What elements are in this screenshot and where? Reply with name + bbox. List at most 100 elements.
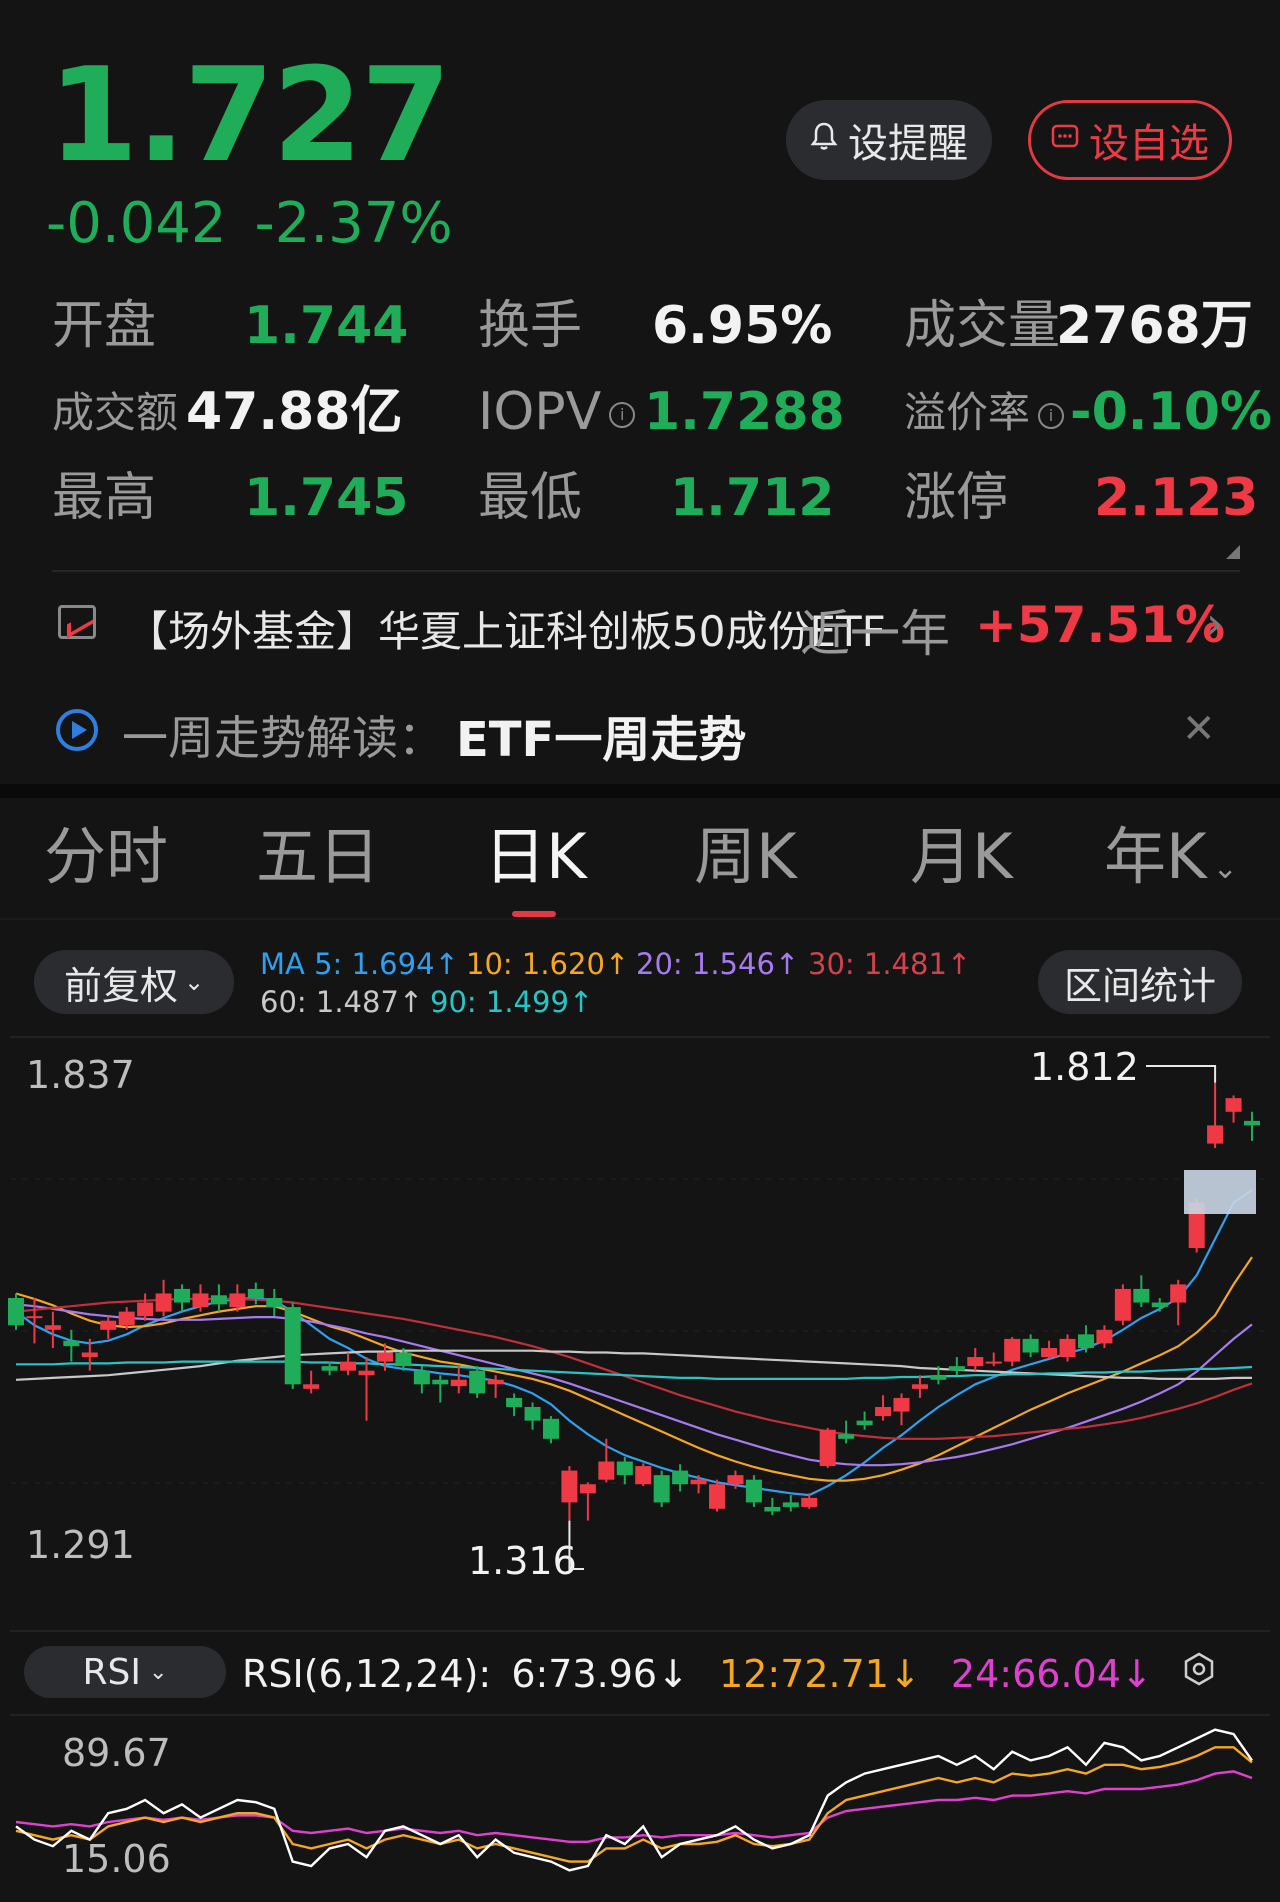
y-axis-top-label: 1.837 [26,1053,135,1097]
limit-up-value: 2.123 [1094,468,1259,528]
candle-body [321,1366,338,1371]
info-icon[interactable]: i [609,402,636,428]
adjust-dropdown[interactable]: 前复权 ⌄ [34,950,234,1014]
candle [745,1475,762,1507]
candle-body [1041,1347,1058,1358]
ma10-legend: 10: 1.620↑ [466,947,630,981]
candle-body [413,1370,430,1385]
candle [635,1463,652,1487]
watchlist-icon [1051,122,1079,158]
limit-up-label: 涨停 [904,468,1009,528]
section-divider [0,784,1280,798]
candle-body [284,1307,301,1385]
expand-corner-icon[interactable] [1226,545,1240,559]
candle-body [44,1325,61,1330]
rsi-y-top-label: 89.67 [62,1731,171,1775]
candle-body [653,1475,670,1503]
fund-name: 【场外基金】华夏上证科创板50成份ETF [126,607,886,656]
candle-body [911,1384,928,1389]
tab-yearly-k-label: 年K [1104,820,1207,893]
candle [284,1302,301,1389]
max-price-marker: 1.812 [1030,1045,1139,1089]
high-value: 1.745 [244,468,409,528]
candle [819,1427,836,1468]
ma30-legend: 30: 1.481↑ [808,947,972,981]
close-icon[interactable]: ✕ [1182,706,1216,752]
min-price-marker: 1.316 [468,1539,577,1583]
candle-body [118,1311,135,1326]
range-stats-button[interactable]: 区间统计 [1038,950,1242,1014]
volume-label: 成交量 [904,296,1061,356]
rsi12-line [15,1746,1253,1863]
settings-icon[interactable] [1182,1652,1216,1686]
candle-body [100,1320,117,1330]
candle-body [81,1352,98,1358]
price-change: -0.042 -2.37% [46,196,481,252]
candle-body [174,1288,191,1303]
iopv-value: 1.7288 [644,382,845,442]
candle-body [210,1295,227,1305]
rsi-y-bottom-label: 15.06 [62,1837,171,1881]
candle-body [395,1352,412,1367]
active-tab-indicator [512,911,556,917]
trend-chart-icon [58,605,96,639]
indicator-dropdown[interactable]: RSI ⌄ [24,1646,226,1698]
candle-body [727,1475,744,1485]
info-icon[interactable]: i [1038,402,1065,429]
weekly-title[interactable]: ETF一周走势 [456,700,746,770]
candle-body [930,1375,947,1380]
iopv-label: IOPV i [478,386,636,438]
open-value: 1.744 [244,296,409,356]
kline-chart[interactable]: 1.837 1.291 1.812 1.316 [0,1036,1280,1632]
candle-body [155,1293,172,1312]
rsi12-value: 12:72.71↓ [719,1652,921,1696]
candle [709,1479,726,1512]
rsi-chart[interactable]: 89.67 15.06 [0,1714,1280,1902]
candle-body [432,1379,449,1385]
add-watchlist-button[interactable]: 设自选 [1028,100,1232,180]
premium-text: 溢价率 [904,388,1031,437]
change-amount: -0.042 [46,191,227,256]
tab-weekly-k[interactable]: 周K [694,826,797,888]
amount-value: 47.88亿 [186,382,403,442]
candle [8,1293,24,1330]
rsi24-value: 24:66.04↓ [950,1652,1153,1696]
candle-body [1244,1120,1260,1126]
candle-body [598,1461,615,1480]
candle-body [1004,1338,1021,1362]
candle-body [948,1366,965,1371]
play-icon[interactable] [56,709,98,751]
candle [653,1470,670,1507]
candle-body [967,1357,984,1367]
candle-body [229,1293,246,1308]
chevron-down-icon: ⌄ [1212,851,1238,886]
tab-monthly-k[interactable]: 月K [910,826,1013,888]
candle-body [1207,1125,1224,1144]
tab-intraday[interactable]: 分时 [44,826,168,888]
rsi-legend: RSI(6,12,24): 6:73.96↓ 12:72.71↓ 24:66.0… [242,1652,1153,1696]
set-alert-button[interactable]: 设提醒 [786,100,992,180]
candle-body [469,1370,486,1394]
tab-five-day[interactable]: 五日 [256,826,380,888]
amount-label: 成交额 [52,388,179,437]
candle-body [1151,1302,1168,1308]
candle-body [745,1479,762,1503]
candle [469,1366,486,1398]
premium-label: 溢价率 i [904,392,1065,434]
candle-body [450,1379,467,1387]
tab-yearly-k[interactable]: 年K ⌄ [1104,826,1238,888]
rsi6-value: 6:73.96↓ [511,1652,689,1696]
candle-body [764,1506,781,1512]
chevron-right-icon[interactable]: › [1206,598,1224,649]
candle-body [1077,1334,1094,1348]
current-price-highlight [1184,1170,1256,1214]
divider [0,918,1280,920]
ma60-legend: 60: 1.487↑ [260,985,424,1019]
high-label: 最高 [52,468,157,528]
candle-body [672,1470,689,1485]
chevron-down-icon: ⌄ [183,968,205,996]
candle-body [579,1484,596,1494]
indicator-label: RSI [82,1651,142,1693]
tab-daily-k[interactable]: 日K [484,826,587,888]
candle-body [616,1461,633,1476]
